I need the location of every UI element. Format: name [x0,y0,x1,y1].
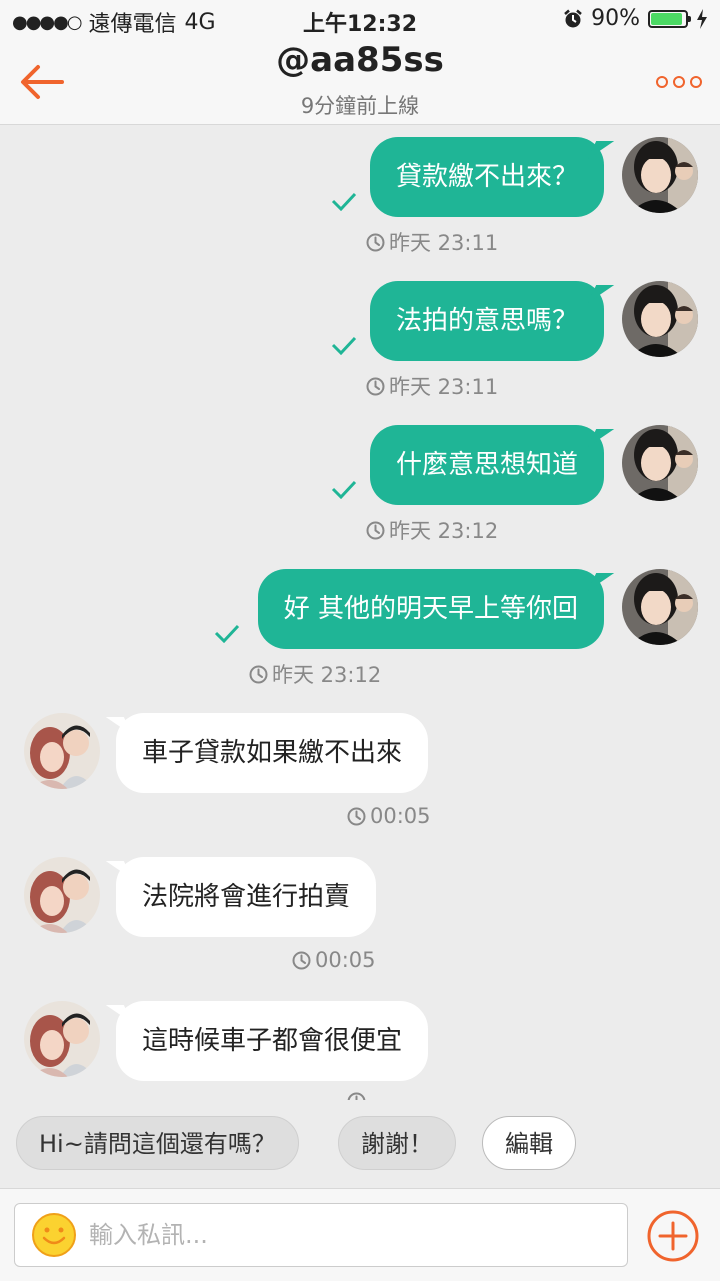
chat-partner-username: @aa85ss [276,40,444,80]
message-timestamp [347,1092,370,1100]
battery-icon [648,9,691,28]
read-check-icon [214,624,240,643]
alarm-icon [564,9,582,27]
outgoing-message-bubble[interactable]: 法拍的意思嗎？ [369,281,604,361]
clock-icon [366,233,385,251]
incoming-message-bubble[interactable]: 法院將會進行拍賣 [116,857,377,937]
status-bar: ●●●●○ 遠傳電信 4G 上午12:32 90% [0,0,720,40]
read-check-icon [331,336,357,355]
emoji-smiley-icon[interactable] [31,1212,77,1258]
message-timestamp: 昨天 23:11 [366,371,498,401]
add-attachment-icon[interactable] [646,1209,700,1263]
read-check-icon [331,480,357,499]
message-input[interactable]: 輸入私訊... [14,1203,628,1267]
message-timestamp: 昨天 23:11 [366,227,498,257]
message-timestamp: 00:05 [347,804,431,828]
my-avatar[interactable] [622,425,698,501]
edit-quick-replies-button[interactable]: 編輯 [482,1116,576,1170]
quick-reply-chip[interactable]: Hi~請問這個還有嗎？ [16,1116,299,1170]
outgoing-message-bubble[interactable]: 貸款繳不出來？ [369,137,604,217]
last-online-status: 9分鐘前上線 [300,94,420,118]
message-input-bar: 輸入私訊... [0,1188,720,1281]
message-timestamp: 昨天 23:12 [366,515,498,545]
more-options-icon[interactable] [656,70,704,94]
partner-avatar[interactable] [24,1001,100,1077]
read-check-icon [331,192,357,211]
chat-header: @aa85ss 9分鐘前上線 [0,40,720,125]
clock-icon [366,377,385,395]
clock-icon [366,521,385,539]
clock-icon [249,665,268,683]
quick-reply-bar: Hi~請問這個還有嗎？ 謝謝！ 編輯 [0,1100,720,1188]
clock-icon [347,807,366,825]
my-avatar[interactable] [622,137,698,213]
input-placeholder: 輸入私訊... [89,1221,208,1249]
battery-percentage: 90% [591,6,640,31]
quick-reply-chip[interactable]: 謝謝！ [338,1116,456,1170]
message-timestamp: 00:05 [292,948,376,972]
partner-avatar[interactable] [24,713,100,789]
incoming-message-bubble[interactable]: 這時候車子都會很便宜 [116,1001,429,1081]
incoming-message-bubble[interactable]: 車子貸款如果繳不出來 [116,713,429,793]
outgoing-message-bubble[interactable]: 好 其他的明天早上等你回 [257,569,604,649]
my-avatar[interactable] [622,281,698,357]
message-list[interactable]: 貸款繳不出來？ 昨天 23:11 法拍的意思嗎？ 昨天 23:11 什麼意思想知… [0,125,720,1100]
clock-icon [292,951,311,969]
partner-avatar[interactable] [24,857,100,933]
message-timestamp: 昨天 23:12 [249,659,381,689]
outgoing-message-bubble[interactable]: 什麼意思想知道 [369,425,604,505]
charging-icon [697,8,707,29]
clock-icon [347,1092,366,1100]
my-avatar[interactable] [622,569,698,645]
